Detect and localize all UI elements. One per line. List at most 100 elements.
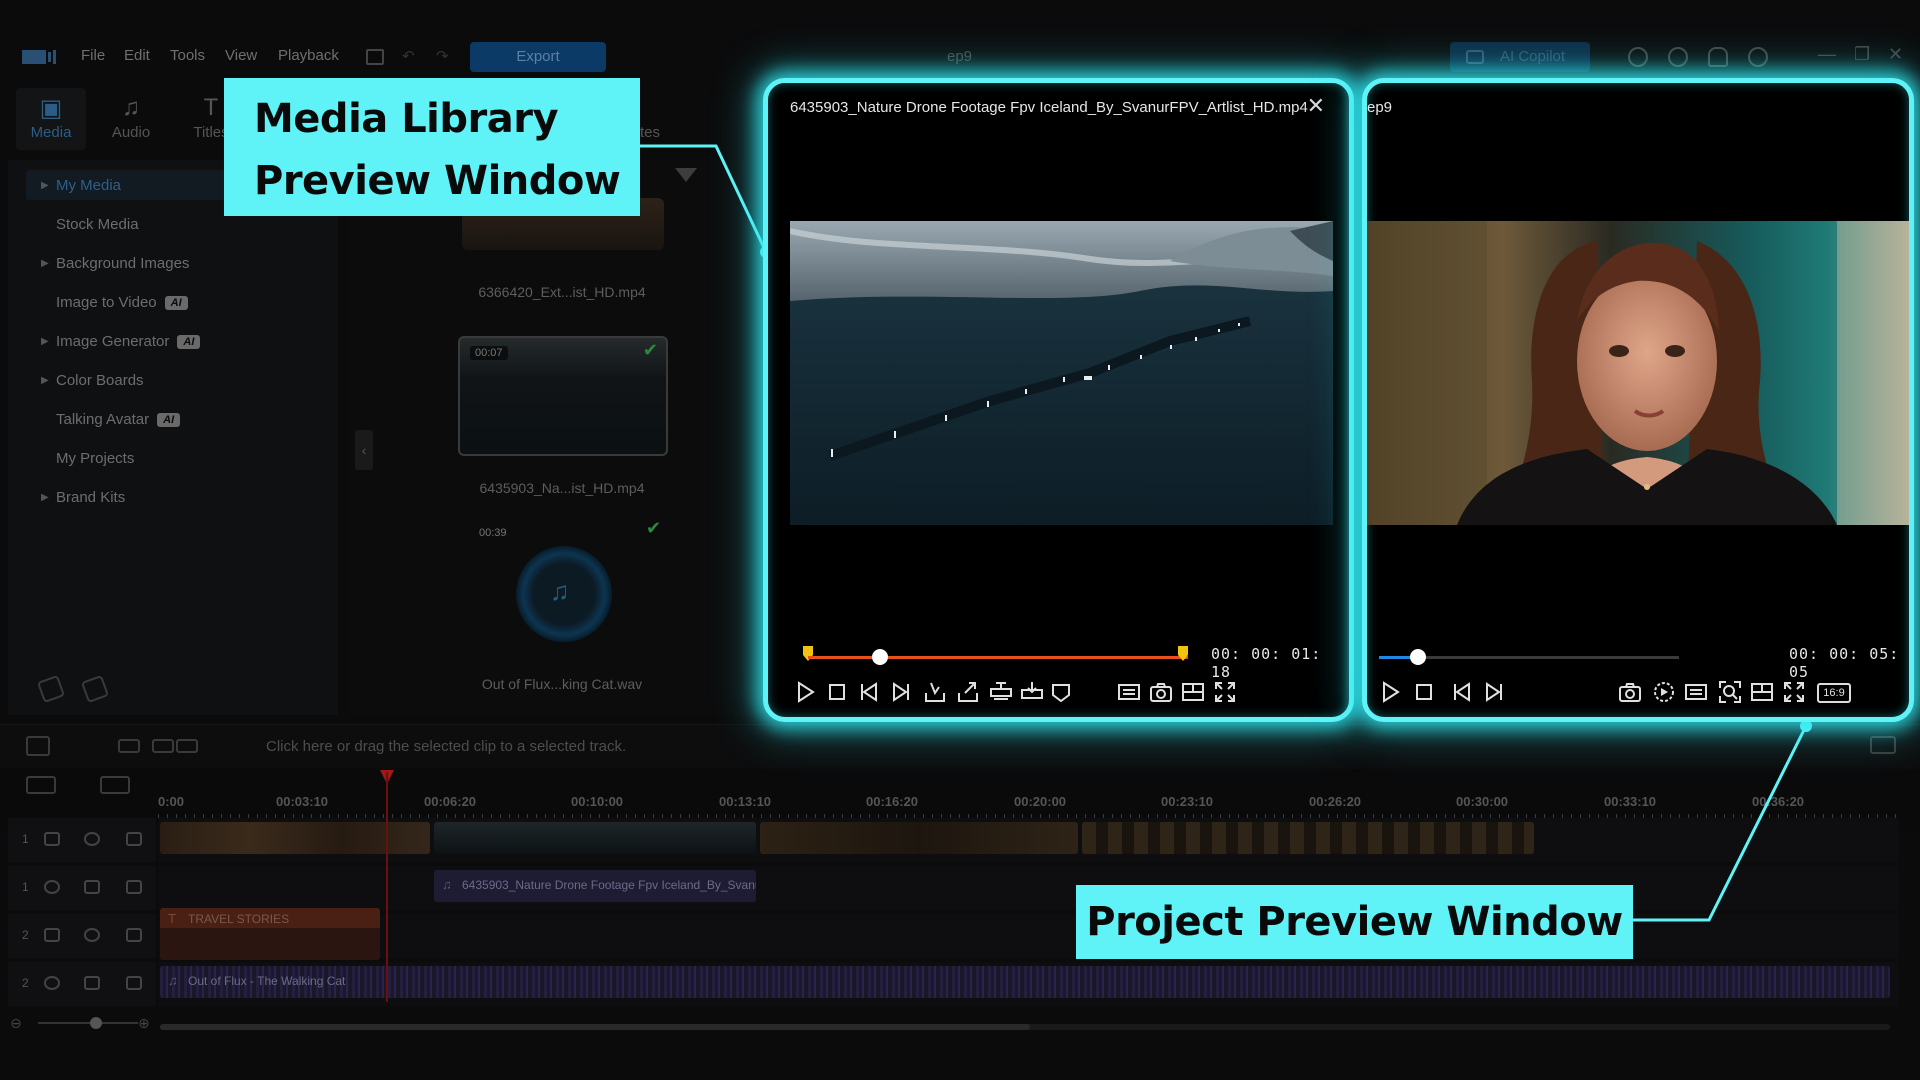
sidebar-item-background-images[interactable]: Background Images	[56, 255, 189, 272]
sidebar-item-image-to-video[interactable]: Image to Video AI	[56, 294, 188, 311]
eye-icon[interactable]	[84, 832, 100, 846]
undo-icon[interactable]: ↶	[402, 47, 415, 65]
export-button[interactable]: Export	[470, 42, 606, 72]
project-preview-frame[interactable]	[1367, 221, 1909, 525]
lock-icon[interactable]	[126, 832, 142, 846]
expand-arrow-icon[interactable]: ▶	[41, 492, 49, 503]
expand-arrow-icon[interactable]: ▶	[41, 180, 49, 191]
help-icon[interactable]	[1668, 47, 1688, 67]
track-lane-video-1[interactable]	[158, 818, 1898, 862]
ai-copilot-button[interactable]: AI Copilot	[1450, 42, 1590, 72]
subtitles-icon[interactable]	[1116, 679, 1142, 705]
aspect-ratio-button[interactable]: 16:9	[1817, 683, 1851, 703]
eye-icon[interactable]	[84, 928, 100, 942]
lock-icon[interactable]	[126, 880, 142, 894]
track-lane-audio-2[interactable]: ♫ Out of Flux - The Walking Cat	[158, 962, 1898, 1006]
sidebar-item-stock-media[interactable]: Stock Media	[56, 216, 139, 233]
subtitles-icon[interactable]	[1683, 679, 1709, 705]
audio-clip[interactable]: ♫ 6435903_Nature Drone Footage Fpv Icela…	[434, 870, 756, 902]
zoom-slider[interactable]	[38, 1017, 138, 1029]
next-frame-icon[interactable]	[1481, 679, 1507, 705]
video-clip[interactable]	[1082, 822, 1534, 854]
fullscreen-icon[interactable]	[1212, 679, 1238, 705]
stop-icon[interactable]	[1411, 679, 1437, 705]
filter-icon[interactable]	[675, 168, 697, 182]
expand-arrow-icon[interactable]: ▶	[41, 375, 49, 386]
track-lane-audio-1[interactable]: ♫ 6435903_Nature Drone Footage Fpv Icela…	[158, 866, 1898, 910]
audio-clip[interactable]: ♫ Out of Flux - The Walking Cat	[160, 966, 1890, 998]
timeline-scrollbar-thumb[interactable]	[160, 1024, 1030, 1030]
restore-icon[interactable]: ❐	[1854, 44, 1870, 65]
media-scrub-knob[interactable]	[872, 649, 889, 665]
minimize-icon[interactable]: —	[1818, 44, 1836, 65]
stop-icon[interactable]	[824, 679, 850, 705]
tab-partial-label[interactable]: tes	[640, 124, 660, 141]
previous-frame-icon[interactable]	[1449, 679, 1475, 705]
lock-icon[interactable]	[126, 976, 142, 990]
sidebar-item-talking-avatar[interactable]: Talking Avatar AI	[56, 411, 181, 428]
track-manager-icon[interactable]	[26, 776, 56, 794]
close-window-icon[interactable]: ✕	[1888, 44, 1903, 65]
fullscreen-icon[interactable]	[1781, 679, 1807, 705]
video-clip[interactable]	[160, 822, 430, 854]
timeline-settings-icon[interactable]	[1870, 736, 1896, 754]
add-marker-icon[interactable]	[1048, 679, 1074, 705]
next-frame-icon[interactable]	[888, 679, 914, 705]
snap-icon[interactable]	[100, 776, 130, 794]
menu-view[interactable]: View	[225, 47, 257, 64]
zoom-in-icon[interactable]: ⊕	[138, 1015, 150, 1032]
video-clip[interactable]	[760, 822, 1078, 854]
expand-arrow-icon[interactable]: ▶	[41, 336, 49, 347]
lock-icon[interactable]	[126, 928, 142, 942]
account-avatar-icon[interactable]	[1748, 47, 1768, 67]
timeline-tool-icon[interactable]	[26, 736, 50, 756]
play-icon[interactable]	[1377, 679, 1403, 705]
notification-bell-icon[interactable]	[1708, 47, 1728, 67]
overwrite-timeline-icon[interactable]	[1019, 679, 1045, 705]
display-layout-icon[interactable]	[1749, 679, 1775, 705]
timeline-scrollbar[interactable]	[160, 1024, 1890, 1030]
speaker-icon[interactable]	[84, 880, 100, 894]
tab-audio[interactable]: ♫ Audio	[96, 88, 166, 150]
previous-frame-icon[interactable]	[856, 679, 882, 705]
mark-in-icon[interactable]	[922, 679, 948, 705]
sidebar-item-brand-kits[interactable]: Brand Kits	[56, 489, 125, 506]
video-clip[interactable]	[434, 822, 756, 854]
zoom-slider-knob[interactable]	[90, 1017, 102, 1029]
zoom-out-icon[interactable]: ⊖	[10, 1015, 22, 1032]
menu-file[interactable]: File	[81, 47, 105, 64]
playhead-line[interactable]	[386, 772, 388, 1002]
mark-out-icon[interactable]	[955, 679, 981, 705]
menu-edit[interactable]: Edit	[124, 47, 150, 64]
tab-media[interactable]: ▣ Media	[16, 88, 86, 150]
display-layout-icon[interactable]	[1180, 679, 1206, 705]
speaker-icon[interactable]	[84, 976, 100, 990]
redo-icon[interactable]: ↷	[436, 47, 449, 65]
menu-tools[interactable]: Tools	[170, 47, 205, 64]
save-icon[interactable]	[366, 49, 384, 65]
media-scrub-bar[interactable]	[808, 656, 1188, 659]
insert-to-timeline-icon[interactable]	[988, 679, 1014, 705]
snapshot-camera-icon[interactable]	[1617, 679, 1643, 705]
sidebar-item-image-generator[interactable]: Image Generator AI	[56, 333, 201, 350]
title-clip[interactable]: T TRAVEL STORIES	[160, 908, 380, 960]
snapshot-camera-icon[interactable]	[1148, 679, 1174, 705]
sidebar-item-color-boards[interactable]: Color Boards	[56, 372, 144, 389]
render-preview-icon[interactable]	[1651, 679, 1677, 705]
project-scrub-knob[interactable]	[1410, 649, 1426, 665]
collapse-panel-chevron-icon[interactable]: ‹	[355, 430, 373, 470]
zoom-fit-icon[interactable]	[1717, 679, 1743, 705]
play-icon[interactable]	[792, 679, 818, 705]
track-lane-video-2[interactable]: T TRAVEL STORIES	[158, 908, 1898, 960]
media-preview-frame[interactable]	[790, 221, 1333, 525]
trim-tool-icon[interactable]	[176, 739, 198, 753]
clip-tool-icon[interactable]	[118, 739, 140, 753]
audio-thumbnail[interactable]: ♫	[516, 546, 612, 642]
sidebar-item-my-projects[interactable]: My Projects	[56, 450, 134, 467]
sidebar-item-my-media[interactable]: My Media	[56, 177, 121, 194]
split-tool-icon[interactable]	[152, 739, 174, 753]
menu-playback[interactable]: Playback	[278, 47, 339, 64]
settings-gear-icon[interactable]	[1628, 47, 1648, 67]
expand-arrow-icon[interactable]: ▶	[41, 258, 49, 269]
media-thumbnail-selected[interactable]: 00:07 ✔	[458, 336, 668, 456]
